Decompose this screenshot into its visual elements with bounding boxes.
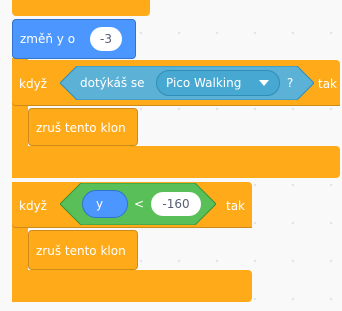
sprite-dropdown-value: Pico Walking (166, 76, 242, 90)
change-y-value-input[interactable]: -3 (90, 27, 122, 51)
scripts-canvas[interactable]: když dotýkáš se Pico Walking ? tak zruš … (0, 0, 342, 311)
touching-label: dotýkáš se (80, 76, 145, 90)
if-compare-then-label: tak (226, 199, 246, 213)
less-than-operator: < (134, 197, 145, 211)
previous-block-edge[interactable] (12, 0, 150, 16)
delete-clone-label: zruš tento klon (36, 121, 126, 135)
change-y-label: změň y o (20, 32, 76, 46)
y-position-reporter[interactable] (82, 190, 128, 218)
if-touching-label: když (19, 77, 47, 91)
if-compare-label: když (19, 199, 47, 213)
chevron-down-icon (259, 80, 269, 86)
compare-value-input[interactable]: -160 (151, 192, 201, 216)
if-touching-bottom[interactable] (12, 146, 340, 178)
y-reporter-label: y (96, 197, 104, 211)
if-compare-bottom[interactable] (12, 270, 252, 302)
if-touching-then-label: tak (318, 77, 338, 91)
delete-clone-label: zruš tento klon (36, 244, 126, 258)
touching-question-mark: ? (287, 76, 294, 90)
